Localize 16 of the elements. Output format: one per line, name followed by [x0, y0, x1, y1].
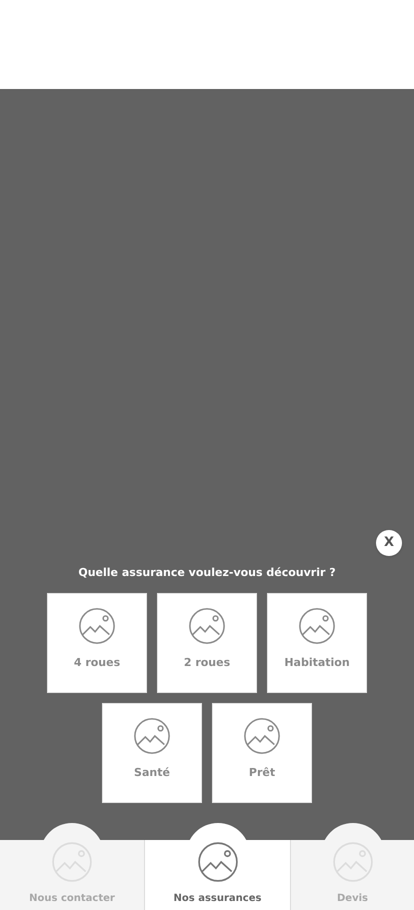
- option-card[interactable]: Prêt: [212, 703, 312, 803]
- image-icon: [298, 607, 336, 645]
- option-card[interactable]: 2 roues: [157, 593, 257, 693]
- tab[interactable]: Nos assurances: [145, 840, 290, 910]
- image-icon: [188, 607, 226, 645]
- close-button[interactable]: X: [376, 530, 402, 556]
- image-icon: [243, 717, 281, 755]
- image-icon: [133, 717, 171, 755]
- dialog-title: Quelle assurance voulez-vous découvrir ?: [78, 564, 336, 580]
- image-icon: [51, 841, 93, 883]
- image-icon: [332, 841, 374, 883]
- option-card[interactable]: Habitation: [267, 593, 367, 693]
- option-card[interactable]: Santé: [102, 703, 202, 803]
- option-card[interactable]: 4 roues: [47, 593, 147, 693]
- image-icon: [196, 841, 238, 883]
- image-icon: [78, 607, 116, 645]
